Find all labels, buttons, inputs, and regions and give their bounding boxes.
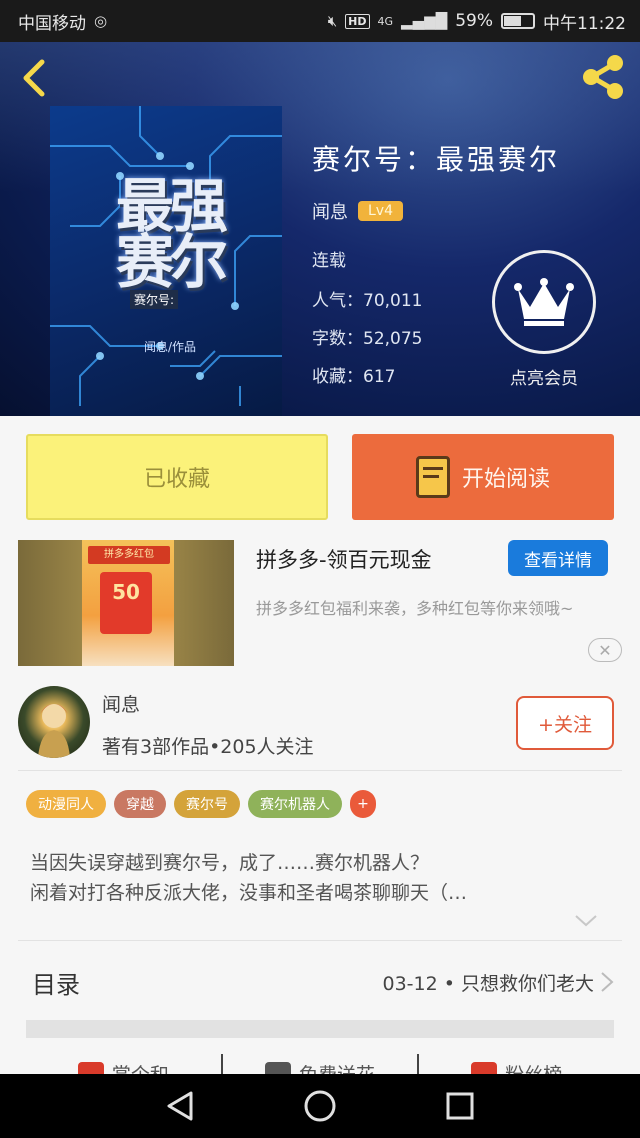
action-item[interactable]: 粉丝榜: [419, 1054, 614, 1076]
favorites-count: 收藏：617: [312, 367, 396, 387]
book-cover[interactable]: 最强赛尔 赛尔号: 闻息/作品: [50, 106, 282, 416]
tag[interactable]: 赛尔机器人: [248, 790, 342, 818]
close-icon: ✕: [598, 640, 612, 660]
back-button[interactable]: [16, 56, 56, 100]
book-icon: [415, 456, 450, 498]
ad-title[interactable]: 拼多多-领百元现金: [256, 544, 432, 574]
share-button[interactable]: [578, 52, 628, 102]
author-line: 闻息 Lv4: [312, 198, 403, 224]
tag[interactable]: 赛尔号: [174, 790, 240, 818]
status-right: 🔇︎ HD 4G ▂▄▆█ 59% 中午11:22: [328, 9, 626, 34]
mute-icon: 🔇︎: [327, 12, 338, 30]
hd-icon: HD: [345, 13, 370, 29]
avatar-figure: [38, 704, 70, 758]
system-nav-bar: [0, 1074, 640, 1138]
cover-author: 闻息/作品: [144, 340, 197, 354]
action-item[interactable]: 免费送花: [223, 1054, 420, 1076]
collected-label: 已收藏: [143, 467, 210, 492]
follow-button[interactable]: +关注: [516, 696, 614, 750]
serial-status: 连载: [312, 251, 346, 271]
ad-image[interactable]: 拼多多红包 50: [18, 540, 234, 666]
cover-title: 最强赛尔: [115, 172, 228, 296]
signal-icon: ▂▄▆█: [401, 12, 448, 30]
follow-label: +关注: [538, 713, 592, 736]
table-of-contents-row[interactable]: 目录 03-12 • 只想救你们老大: [26, 942, 614, 1022]
cover-series: 赛尔号:: [130, 290, 179, 309]
ad-amount: 50: [100, 572, 152, 634]
divider: [18, 770, 622, 771]
share-icon: [583, 55, 623, 99]
tag-list: 动漫同人 穿越 赛尔号 赛尔机器人 +: [26, 790, 376, 818]
collected-button[interactable]: 已收藏: [26, 434, 328, 520]
start-reading-button[interactable]: 开始阅读: [352, 434, 614, 520]
ad-detail-button[interactable]: 查看详情: [508, 540, 608, 576]
action-item[interactable]: 赏个和: [26, 1054, 223, 1076]
ad-banner-text: 拼多多红包: [88, 546, 170, 564]
vip-button[interactable]: [492, 250, 596, 354]
tag[interactable]: 动漫同人: [26, 790, 106, 818]
chevron-down-icon[interactable]: [574, 914, 598, 928]
ad-detail-label: 查看详情: [524, 550, 592, 571]
hotspot-icon: ◎: [94, 12, 108, 30]
section-separator: [26, 1020, 614, 1038]
battery-percent: 59%: [455, 11, 493, 31]
toc-label: 目录: [32, 970, 80, 999]
author-level-badge: Lv4: [358, 201, 403, 221]
author-card-name[interactable]: 闻息: [102, 690, 140, 717]
status-bar: 中国移动 ◎ 🔇︎ HD 4G ▂▄▆█ 59% 中午11:22: [0, 0, 640, 42]
action-row: 赏个和 免费送花 粉丝榜: [26, 1054, 614, 1076]
clock: 中午11:22: [543, 13, 626, 34]
triangle-back-icon: [167, 1091, 193, 1121]
tag[interactable]: 穿越: [114, 790, 166, 818]
ad-close-button[interactable]: ✕: [588, 638, 622, 662]
crown-icon: [514, 278, 574, 326]
synopsis-line: 当因失误穿越到赛尔号，成了……赛尔机器人？: [30, 852, 430, 874]
book-title: 赛尔号：最强赛尔: [312, 143, 561, 176]
circle-home-icon: [304, 1090, 336, 1122]
back-arrow-icon: [23, 59, 45, 97]
author-name[interactable]: 闻息: [312, 198, 348, 224]
network-type: 4G: [377, 14, 394, 28]
vip-label: 点亮会员: [510, 369, 578, 389]
author-stats: 著有3部作品•205人关注: [102, 736, 314, 758]
synopsis-line: 闲着对打各种反派大佬，没事和圣者喝茶聊聊天（…: [30, 882, 468, 904]
nav-recents-button[interactable]: [440, 1086, 480, 1126]
popularity: 人气：70,011: [312, 291, 423, 311]
add-tag-button[interactable]: +: [350, 790, 376, 818]
ad-description: 拼多多红包福利来袭，多种红包等你来领哦~: [256, 599, 574, 618]
book-header: 最强赛尔 赛尔号: 闻息/作品 赛尔号：最强赛尔 闻息 Lv4 连载 人气：70…: [0, 42, 640, 416]
nav-back-button[interactable]: [160, 1086, 200, 1126]
synopsis[interactable]: 当因失误穿越到赛尔号，成了……赛尔机器人？ 闲着对打各种反派大佬，没事和圣者喝茶…: [30, 848, 610, 908]
chevron-right-icon: [601, 972, 614, 992]
nav-home-button[interactable]: [300, 1086, 340, 1126]
battery-icon: [501, 13, 535, 29]
latest-chapter: 03-12 • 只想救你们老大: [382, 972, 595, 995]
carrier-label: 中国移动: [18, 13, 86, 34]
avatar[interactable]: [18, 686, 90, 758]
status-left: 中国移动 ◎: [18, 9, 107, 34]
divider: [18, 940, 622, 941]
start-reading-label: 开始阅读: [461, 467, 550, 492]
word-count: 字数：52,075: [312, 329, 423, 349]
square-recents-icon: [446, 1092, 474, 1120]
battery-fill: [504, 16, 521, 26]
